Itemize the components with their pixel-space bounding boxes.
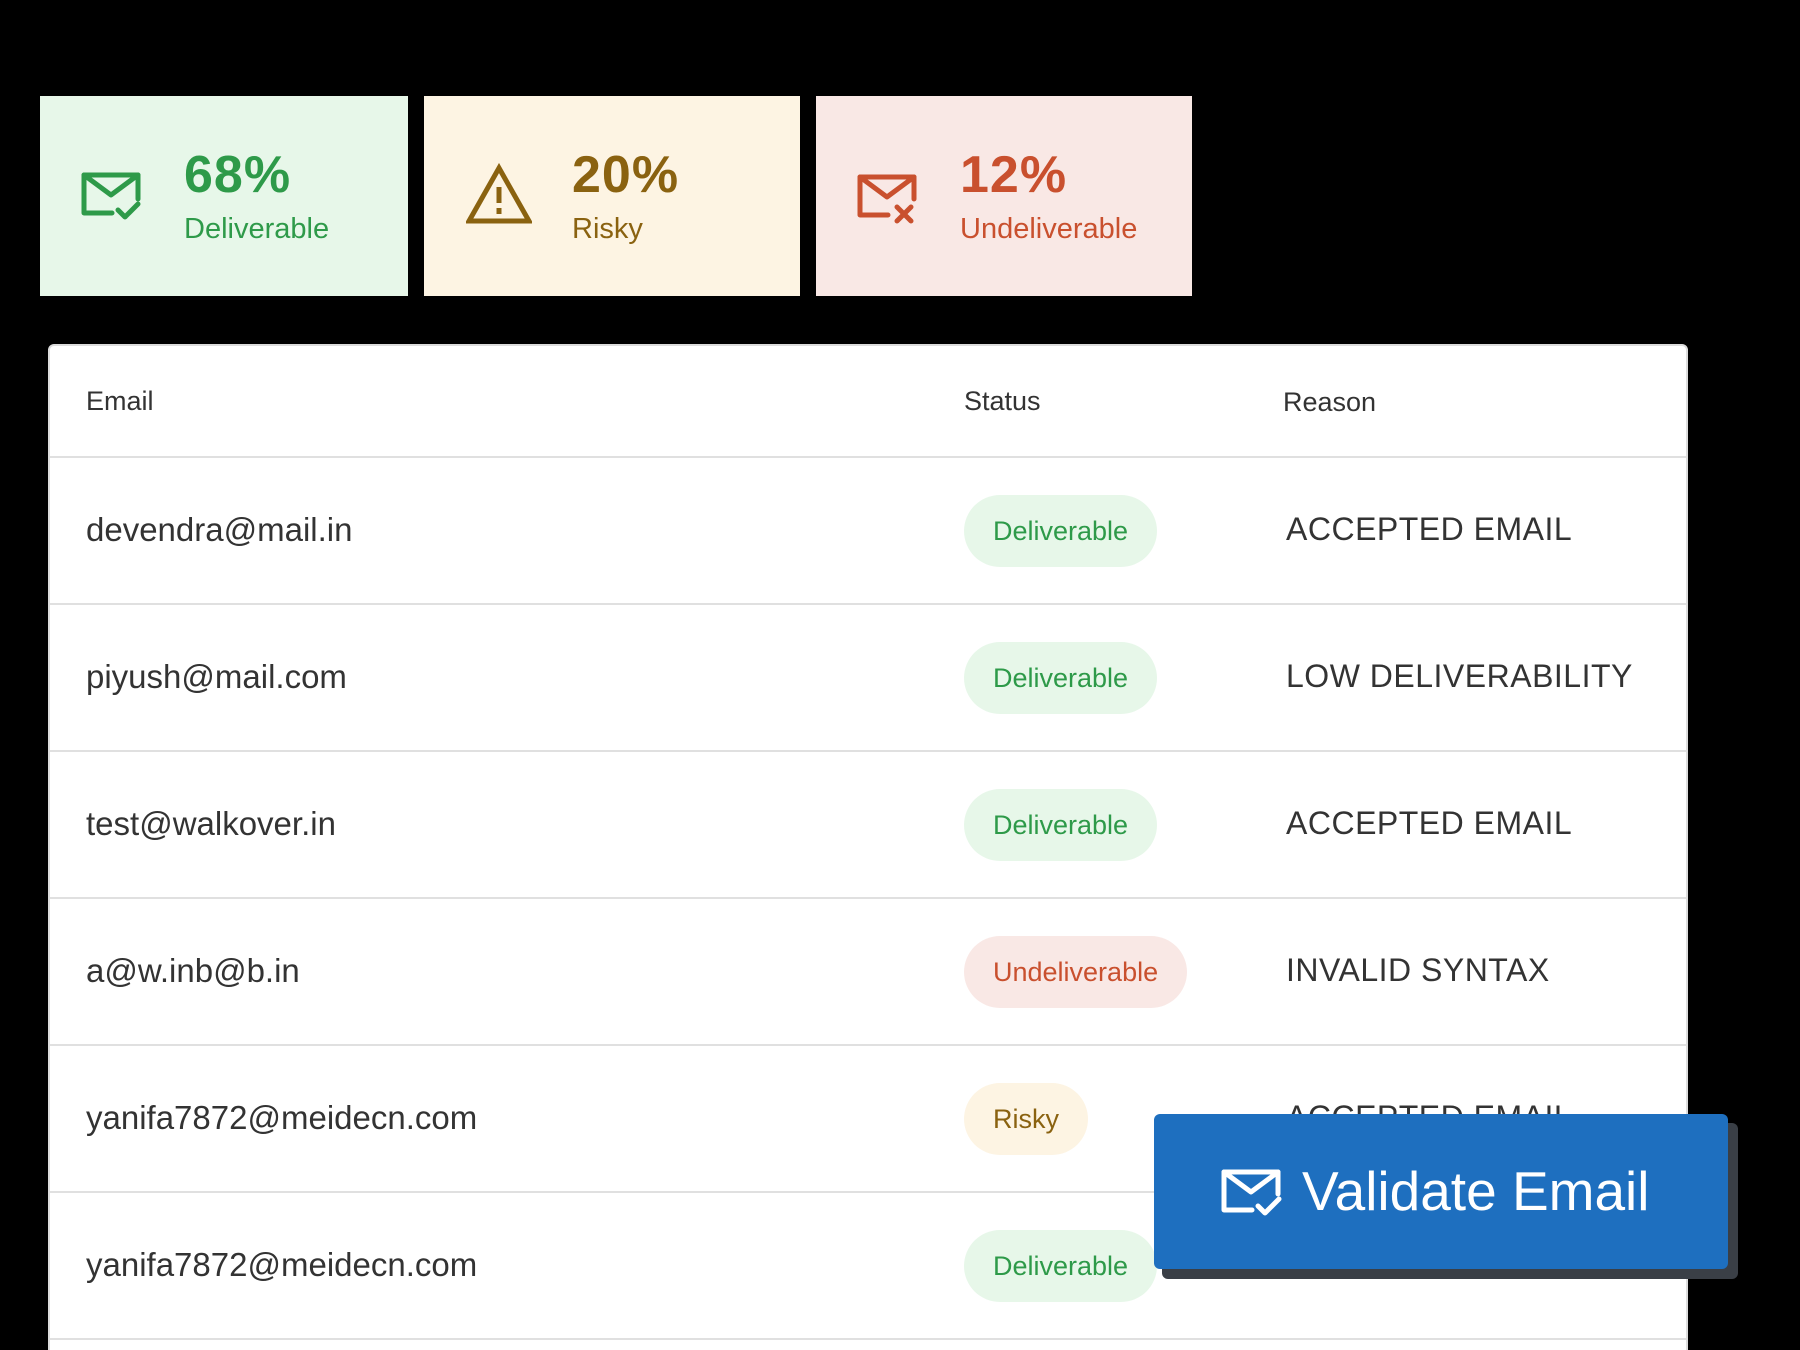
deliverable-summary-card: 68% Deliverable xyxy=(40,96,408,296)
undeliverable-summary-card: 12% Undeliverable xyxy=(816,96,1192,296)
email-validation-view: 68% Deliverable 20% Risky 12% Undelivera… xyxy=(0,0,1800,1350)
reason-column-header: Reason xyxy=(1283,387,1377,417)
mail-x-icon xyxy=(857,174,917,224)
status-column-header: Status xyxy=(964,386,1041,416)
mail-check-icon xyxy=(1221,1169,1282,1215)
email-cell: yanifa7872@meidecn.com xyxy=(86,1246,478,1283)
risky-summary-card: 20% Risky xyxy=(424,96,800,296)
status-badge: Undeliverable xyxy=(964,936,1188,1008)
table-row[interactable]: test@walkover.in Deliverable ACCEPTED EM… xyxy=(50,752,1686,899)
table-row[interactable]: piyush@mail.com Deliverable LOW DELIVERA… xyxy=(50,605,1686,752)
risky-percent: 20% xyxy=(572,145,680,204)
warning-triangle-icon xyxy=(466,163,532,224)
reason-cell: LOW DELIVERABILITY xyxy=(1286,658,1633,694)
email-cell: piyush@mail.com xyxy=(86,658,347,695)
validate-email-button[interactable]: Validate Email xyxy=(1154,1114,1728,1269)
undeliverable-label: Undeliverable xyxy=(960,212,1138,245)
email-cell: a@w.inb@b.in xyxy=(86,952,300,989)
deliverable-label: Deliverable xyxy=(184,212,330,245)
reason-cell: ACCEPTED EMAIL xyxy=(1286,511,1573,547)
status-badge: Deliverable xyxy=(964,642,1158,714)
table-row[interactable]: devendra@mail.in Deliverable ACCEPTED EM… xyxy=(50,458,1686,605)
validate-email-label: Validate Email xyxy=(1302,1160,1650,1222)
deliverable-percent: 68% xyxy=(184,145,292,204)
table-header: Email Status Reason xyxy=(50,346,1686,458)
status-badge: Deliverable xyxy=(964,1230,1158,1302)
reason-cell: ACCEPTED EMAIL xyxy=(1286,805,1573,841)
status-badge: Deliverable xyxy=(964,495,1158,567)
reason-cell: INVALID SYNTAX xyxy=(1286,952,1550,988)
undeliverable-percent: 12% xyxy=(960,145,1068,204)
email-cell: yanifa7872@meidecn.com xyxy=(86,1099,478,1136)
table-row[interactable]: a@w.inb@b.in Undeliverable INVALID SYNTA… xyxy=(50,899,1686,1046)
email-column-header: Email xyxy=(86,386,154,416)
email-cell: devendra@mail.in xyxy=(86,511,353,548)
email-cell: test@walkover.in xyxy=(86,805,336,842)
risky-label: Risky xyxy=(572,212,643,245)
status-badge: Risky xyxy=(964,1083,1088,1155)
status-badge: Deliverable xyxy=(964,789,1158,861)
mail-check-icon xyxy=(81,172,141,220)
